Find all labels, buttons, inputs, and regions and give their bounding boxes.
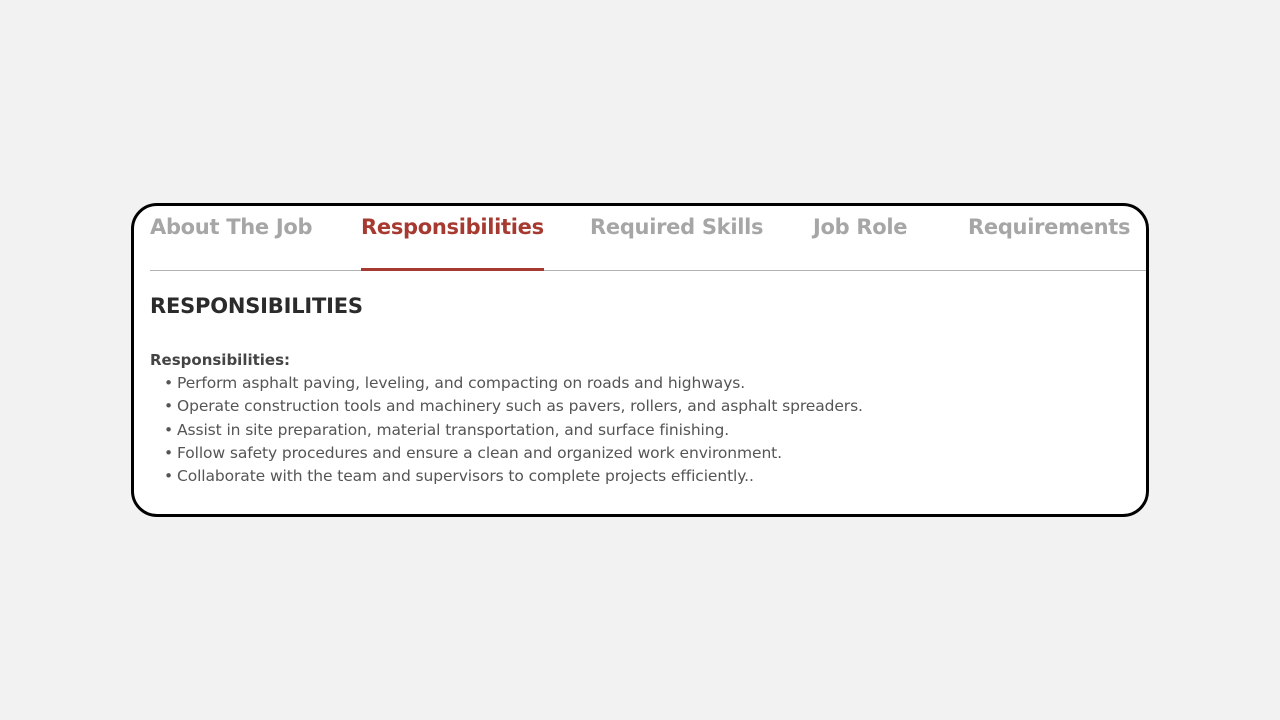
- responsibilities-subheading: Responsibilities:: [150, 351, 291, 369]
- responsibilities-list: • Perform asphalt paving, leveling, and c…: [150, 372, 1130, 488]
- list-item: • Operate construction tools and machiner…: [164, 395, 1130, 418]
- tab-responsibilities[interactable]: Responsibilities: [361, 206, 544, 271]
- list-item: • Perform asphalt paving, leveling, and c…: [164, 372, 1130, 395]
- list-item-text: Follow safety procedures and ensure a cl…: [177, 443, 782, 462]
- list-item-text: Perform asphalt paving, leveling, and co…: [177, 374, 746, 392]
- bullet-icon: •: [164, 443, 174, 462]
- tab-required-skills[interactable]: Required Skills: [590, 206, 764, 270]
- list-item: • Collaborate with the team and superviso…: [164, 465, 1130, 488]
- section-title: RESPONSIBILITIES: [150, 294, 363, 318]
- list-item-text: Operate construction tools and machinery…: [177, 397, 863, 416]
- tab-requirements[interactable]: Requirements: [968, 206, 1131, 270]
- bullet-icon: •: [164, 420, 174, 439]
- list-item-text: Assist in site preparation, material tra…: [177, 420, 730, 439]
- bullet-icon: •: [164, 374, 174, 392]
- list-item-text: Collaborate with the team and supervisor…: [177, 467, 754, 486]
- job-details-card: About The Job Responsibilities Required …: [131, 203, 1149, 517]
- tab-about-the-job[interactable]: About The Job: [150, 206, 313, 270]
- list-item: • Follow safety procedures and ensure a c…: [164, 442, 1130, 465]
- bullet-icon: •: [164, 397, 174, 416]
- tab-content-panel: RESPONSIBILITIES Responsibilities: • Perf…: [150, 294, 1130, 488]
- tab-job-role[interactable]: Job Role: [813, 206, 908, 270]
- list-item: • Assist in site preparation, material tr…: [164, 419, 1130, 442]
- bullet-icon: •: [164, 467, 174, 486]
- tab-bar: About The Job Responsibilities Required …: [150, 206, 1146, 271]
